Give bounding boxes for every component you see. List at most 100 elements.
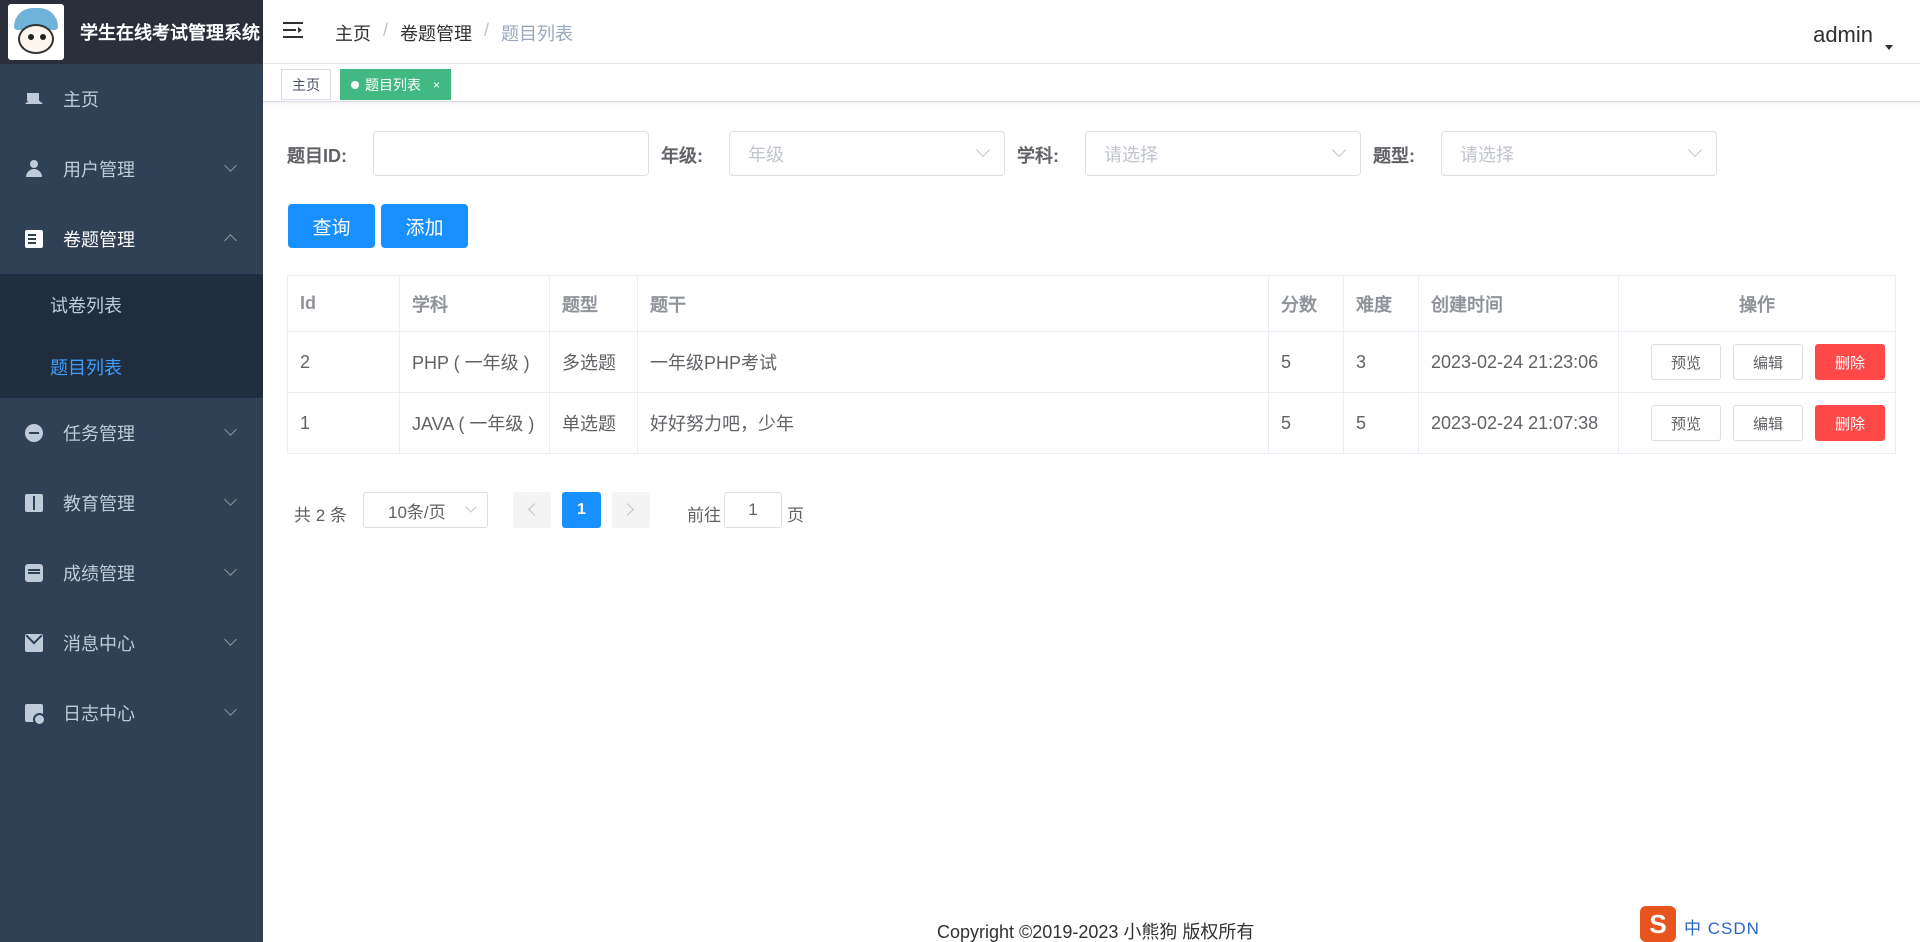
sidebar-item-label: 消息中心 <box>63 634 135 654</box>
column-header-actions: 操作 <box>1618 275 1896 332</box>
cell-type: 单选题 <box>549 392 638 454</box>
cell-id: 2 <box>287 331 400 393</box>
tag-home[interactable]: 主页 <box>281 69 331 100</box>
cell-difficulty: 3 <box>1343 331 1419 393</box>
chevron-down-icon <box>1331 142 1347 158</box>
sidebar: 学生在线考试管理系统 主页 用户管理 卷题管理 试卷列表 题目列表 任务管理 教… <box>0 0 263 942</box>
sidebar-item-messages[interactable]: 消息中心 <box>0 608 263 678</box>
chevron-down-icon <box>1687 142 1703 158</box>
edit-button[interactable]: 编辑 <box>1733 344 1803 380</box>
sidebar-item-label: 任务管理 <box>63 424 135 444</box>
cell-subject: JAVA ( 一年级 ) <box>399 392 550 454</box>
page-size-select[interactable]: 10条/页 <box>363 492 488 528</box>
column-header-difficulty: 难度 <box>1343 275 1419 332</box>
tag-question-list[interactable]: 题目列表 × <box>340 69 452 100</box>
breadcrumb-current: 题目列表 <box>501 24 574 44</box>
chevron-left-icon <box>528 503 541 516</box>
sidebar-item-grades[interactable]: 成绩管理 <box>0 538 263 608</box>
goto-label: 前往 <box>687 506 721 525</box>
sidebar-item-question-list[interactable]: 题目列表 <box>0 336 263 398</box>
column-header-score: 分数 <box>1268 275 1344 332</box>
hamburger-icon[interactable] <box>283 22 303 40</box>
cell-created: 2023-02-24 21:07:38 <box>1418 392 1619 454</box>
goto-page-input[interactable]: 1 <box>724 492 782 528</box>
active-dot-icon <box>351 80 359 89</box>
sidebar-item-tasks[interactable]: 任务管理 <box>0 398 263 468</box>
chevron-down-icon <box>224 423 237 436</box>
top-navbar: 主页 / 卷题管理 / 题目列表 admin <box>263 0 1920 64</box>
query-button[interactable]: 查询 <box>288 204 375 248</box>
table-header-row: Id 学科 题型 题干 分数 难度 创建时间 操作 <box>287 275 1896 332</box>
add-button[interactable]: 添加 <box>381 204 468 248</box>
grade-placeholder: 年级 <box>748 144 784 165</box>
tag-label: 题目列表 <box>365 76 421 93</box>
chevron-down-icon <box>465 501 477 513</box>
sidebar-item-label: 成绩管理 <box>63 564 135 584</box>
grade-select[interactable]: 年级 <box>729 131 1005 176</box>
caret-down-icon[interactable] <box>1885 45 1893 50</box>
breadcrumb-home[interactable]: 主页 <box>335 20 371 46</box>
chat-icon <box>25 564 43 582</box>
table-row: 1 JAVA ( 一年级 ) 单选题 好好努力吧，少年 5 5 2023-02-… <box>287 392 1896 454</box>
mail-icon <box>25 634 43 652</box>
grade-label: 年级: <box>661 146 703 166</box>
cell-actions: 预览 编辑 删除 <box>1618 331 1896 393</box>
subject-select[interactable]: 请选择 <box>1085 131 1361 176</box>
question-type-select[interactable]: 请选择 <box>1441 131 1717 176</box>
chevron-right-icon <box>621 503 634 516</box>
app-logo-area[interactable]: 学生在线考试管理系统 <box>0 0 263 64</box>
prev-page-button[interactable] <box>513 492 551 528</box>
column-header-created: 创建时间 <box>1418 275 1619 332</box>
question-type-label: 题型: <box>1373 146 1415 166</box>
next-page-button[interactable] <box>612 492 650 528</box>
delete-button[interactable]: 删除 <box>1815 405 1885 441</box>
chevron-down-icon <box>224 159 237 172</box>
tags-view: 主页 题目列表 × <box>263 64 1920 102</box>
edit-button[interactable]: 编辑 <box>1733 405 1803 441</box>
sidebar-item-paper-list[interactable]: 试卷列表 <box>0 274 263 336</box>
sidebar-item-users[interactable]: 用户管理 <box>0 134 263 204</box>
breadcrumb: 主页 / 卷题管理 / 题目列表 <box>335 20 573 46</box>
chevron-down-icon <box>224 703 237 716</box>
sidebar-item-education[interactable]: 教育管理 <box>0 468 263 538</box>
sidebar-item-home[interactable]: 主页 <box>0 64 263 134</box>
cell-actions: 预览 编辑 删除 <box>1618 392 1896 454</box>
app-title: 学生在线考试管理系统 <box>80 23 260 43</box>
user-icon <box>25 160 43 178</box>
close-icon[interactable]: × <box>433 78 440 92</box>
question-id-label: 题目ID: <box>287 146 347 166</box>
breadcrumb-exam-management[interactable]: 卷题管理 <box>400 20 472 46</box>
app-logo <box>8 4 64 60</box>
home-icon <box>25 86 43 104</box>
cell-type: 多选题 <box>549 331 638 393</box>
table-row: 2 PHP ( 一年级 ) 多选题 一年级PHP考试 5 3 2023-02-2… <box>287 331 1896 393</box>
user-menu[interactable]: admin <box>1813 22 1873 48</box>
question-id-input[interactable] <box>373 131 649 176</box>
chevron-down-icon <box>224 633 237 646</box>
cell-difficulty: 5 <box>1343 392 1419 454</box>
page-size-value: 10条/页 <box>388 502 446 522</box>
preview-button[interactable]: 预览 <box>1651 344 1721 380</box>
sidebar-item-label: 主页 <box>63 90 99 110</box>
chevron-down-icon <box>224 493 237 506</box>
cell-score: 5 <box>1268 331 1344 393</box>
question-table: Id 学科 题型 题干 分数 难度 创建时间 操作 2 PHP ( 一年级 ) … <box>287 275 1896 454</box>
book-icon <box>25 494 43 512</box>
sidebar-item-exam-management[interactable]: 卷题管理 <box>0 204 263 274</box>
column-header-stem: 题干 <box>637 275 1269 332</box>
preview-button[interactable]: 预览 <box>1651 405 1721 441</box>
subject-label: 学科: <box>1017 146 1059 166</box>
tag-label: 主页 <box>292 76 320 93</box>
column-header-subject: 学科 <box>399 275 550 332</box>
delete-button[interactable]: 删除 <box>1815 344 1885 380</box>
column-header-type: 题型 <box>549 275 638 332</box>
cell-score: 5 <box>1268 392 1344 454</box>
ime-watermark: S 中 CSDN @congfushiwaiter <box>1640 906 1910 942</box>
cell-stem: 好好努力吧，少年 <box>637 392 1269 454</box>
cell-stem: 一年级PHP考试 <box>637 331 1269 393</box>
subject-placeholder: 请选择 <box>1104 144 1158 165</box>
page-number-current[interactable]: 1 <box>562 492 601 528</box>
sidebar-item-logs[interactable]: 日志中心 <box>0 678 263 748</box>
breadcrumb-separator: / <box>383 20 389 40</box>
sidebar-item-label: 卷题管理 <box>63 230 135 250</box>
